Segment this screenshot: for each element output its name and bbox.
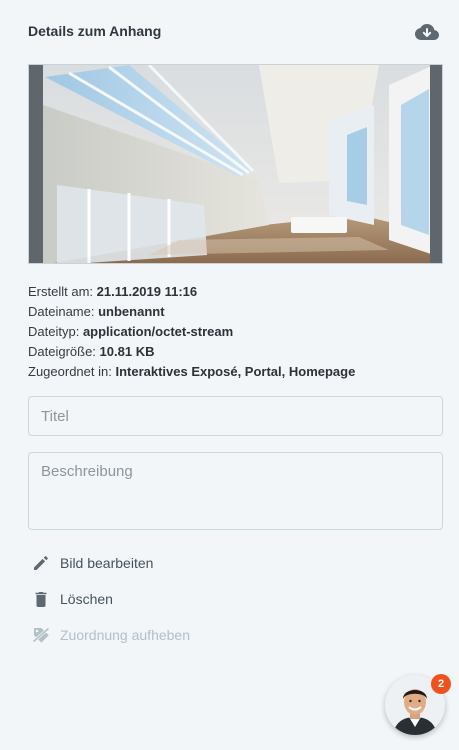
room-photo bbox=[29, 65, 442, 263]
edit-image-button[interactable]: Bild bearbeiten bbox=[32, 552, 153, 574]
filename-row: Dateiname: unbenannt bbox=[28, 302, 355, 322]
trash-icon bbox=[32, 590, 50, 608]
delete-button[interactable]: Löschen bbox=[32, 588, 113, 610]
filetype-row: Dateityp: application/octet-stream bbox=[28, 322, 355, 342]
image-preview bbox=[28, 64, 443, 264]
delete-label: Löschen bbox=[60, 591, 113, 607]
description-input[interactable] bbox=[29, 453, 442, 529]
assigned-row: Zugeordnet in: Interaktives Exposé, Port… bbox=[28, 362, 355, 382]
filetype-label: Dateityp: bbox=[28, 324, 80, 339]
panel-title: Details zum Anhang bbox=[28, 23, 162, 39]
notification-badge: 2 bbox=[431, 674, 451, 694]
description-field bbox=[28, 452, 443, 530]
filesize-label: Dateigröße: bbox=[28, 344, 96, 359]
unassign-label: Zuordnung aufheben bbox=[60, 627, 190, 643]
attachment-details-panel: Details zum Anhang Erstellt am: 21.11.20… bbox=[0, 0, 459, 750]
edit-image-label: Bild bearbeiten bbox=[60, 555, 154, 571]
filetype-value: application/octet-stream bbox=[82, 324, 234, 339]
pencil-icon bbox=[32, 554, 50, 572]
created-row: Erstellt am: 21.11.2019 11:16 bbox=[28, 282, 355, 302]
created-value: 21.11.2019 11:16 bbox=[96, 284, 198, 299]
assigned-label: Zugeordnet in: bbox=[28, 364, 112, 379]
assigned-value: Interaktives Exposé, Portal, Homepage bbox=[115, 364, 356, 379]
tag-off-icon bbox=[32, 626, 50, 644]
filename-value: unbenannt bbox=[98, 304, 165, 319]
filename-label: Dateiname: bbox=[28, 304, 95, 319]
title-field bbox=[28, 396, 443, 436]
attachment-metadata: Erstellt am: 21.11.2019 11:16 Dateiname:… bbox=[28, 282, 355, 382]
filesize-value: 10.81 KB bbox=[99, 344, 155, 359]
cloud-download-icon[interactable] bbox=[414, 22, 440, 42]
unassign-button: Zuordnung aufheben bbox=[32, 624, 190, 646]
created-label: Erstellt am: bbox=[28, 284, 94, 299]
filesize-row: Dateigröße: 10.81 KB bbox=[28, 342, 355, 362]
title-input[interactable] bbox=[29, 397, 442, 435]
